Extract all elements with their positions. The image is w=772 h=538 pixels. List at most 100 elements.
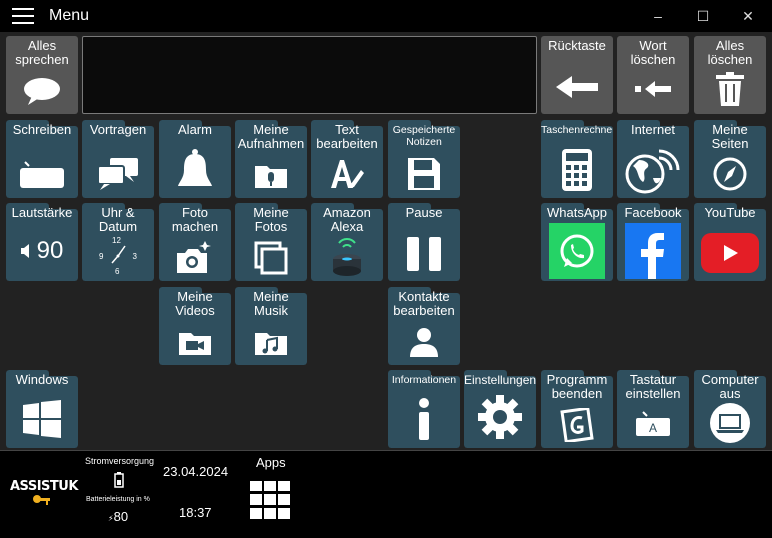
alarm-label: Alarm xyxy=(178,122,212,137)
tastatur-einstellen-button[interactable]: Tastatur einstellen A xyxy=(617,370,689,448)
alarm-button[interactable]: Alarm xyxy=(159,120,231,198)
keyboard-key-icon: A xyxy=(617,410,689,438)
whatsapp-icon xyxy=(541,223,613,279)
hamburger-menu-icon[interactable] xyxy=(12,8,34,24)
meine-videos-label: Meine Videos xyxy=(175,289,215,318)
svg-text:A: A xyxy=(649,421,657,435)
foto-machen-label: Foto machen xyxy=(171,205,219,234)
vortragen-label: Vortragen xyxy=(89,122,147,137)
whatsapp-button[interactable]: WhatsApp xyxy=(541,203,613,281)
delete-word-button[interactable]: Wort löschen xyxy=(617,36,689,114)
speech-bubble-icon xyxy=(6,76,78,106)
windows-label: Windows xyxy=(15,372,69,387)
schreiben-label: Schreiben xyxy=(12,122,72,137)
delete-word-label: Wort löschen xyxy=(630,38,676,67)
pause-label: Pause xyxy=(405,205,443,220)
informationen-button[interactable]: Informationen xyxy=(388,370,460,448)
arrow-left-icon xyxy=(541,74,613,100)
compass-icon xyxy=(694,156,766,192)
delete-word-icon xyxy=(617,78,689,100)
camera-icon xyxy=(159,241,231,275)
delete-all-button[interactable]: Alles löschen xyxy=(694,36,766,114)
text-bearbeiten-label: Text bearbeiten xyxy=(316,122,378,151)
bell-icon xyxy=(159,148,231,192)
meine-seiten-button[interactable]: Meine Seiten xyxy=(694,120,766,198)
internet-button[interactable]: Internet xyxy=(617,120,689,198)
delete-all-label: Alles löschen xyxy=(707,38,753,67)
kontakte-button[interactable]: Kontakte bearbeiten xyxy=(388,287,460,365)
date-text: 23.04.2024 xyxy=(163,464,229,479)
taschenrechner-button[interactable]: Taschenrechner xyxy=(541,120,613,198)
programm-beenden-button[interactable]: Programm beenden xyxy=(541,370,613,448)
title-bar: Menu – ☐ ✕ xyxy=(0,0,772,32)
apps-grid-icon[interactable] xyxy=(250,481,290,526)
aufnahmen-label: Meine Aufnahmen xyxy=(237,122,305,151)
minimize-button[interactable]: – xyxy=(643,6,673,26)
window-title: Menu xyxy=(49,7,90,24)
meine-seiten-label: Meine Seiten xyxy=(711,122,749,151)
battery-value: ⚡80 xyxy=(108,509,129,524)
lautstaerke-button[interactable]: Lautstärke 90 xyxy=(6,203,78,281)
gear-icon xyxy=(464,394,536,440)
programm-beenden-label: Programm beenden xyxy=(546,372,608,401)
meine-fotos-button[interactable]: Meine Fotos xyxy=(235,203,307,281)
photos-icon xyxy=(235,241,307,275)
windows-button[interactable]: Windows xyxy=(6,370,78,448)
power-label: Stromversorgung xyxy=(85,456,155,466)
amazon-alexa-button[interactable]: Amazon Alexa xyxy=(311,203,383,281)
lautstaerke-label: Lautstärke xyxy=(11,205,73,220)
info-icon xyxy=(388,398,460,440)
clock-icon: 12 3 6 9 xyxy=(98,236,138,276)
einstellungen-label: Einstellungen xyxy=(464,373,536,387)
einstellungen-button[interactable]: Einstellungen xyxy=(464,370,536,448)
backspace-button[interactable]: Rücktaste xyxy=(541,36,613,114)
volume-display: 90 xyxy=(6,237,78,265)
internet-label: Internet xyxy=(630,122,676,137)
battery-icon xyxy=(114,472,124,488)
close-button[interactable]: ✕ xyxy=(733,6,763,26)
meine-videos-button[interactable]: Meine Videos xyxy=(159,287,231,365)
chat-icon xyxy=(82,156,154,190)
meine-musik-label: Meine Musik xyxy=(253,289,289,318)
laptop-power-icon xyxy=(694,402,766,444)
kontakte-label: Kontakte bearbeiten xyxy=(393,289,455,318)
computer-aus-button[interactable]: Computer aus xyxy=(694,370,766,448)
logo-text: ASSISTUK xyxy=(10,479,78,494)
person-icon xyxy=(388,325,460,357)
meine-fotos-label: Meine Fotos xyxy=(253,205,289,234)
exit-program-icon xyxy=(541,408,613,442)
status-bar: ASSISTUK Stromversorgung Batterieleistun… xyxy=(0,450,772,538)
assistuk-logo: ASSISTUK xyxy=(10,477,78,505)
uhr-datum-button[interactable]: Uhr & Datum 12 3 6 9 xyxy=(82,203,154,281)
uhr-datum-label: Uhr & Datum xyxy=(98,205,138,234)
speak-all-button[interactable]: Alles sprechen xyxy=(6,36,78,114)
whatsapp-label: WhatsApp xyxy=(547,205,607,220)
facebook-button[interactable]: Facebook xyxy=(617,203,689,281)
notizen-button[interactable]: Gespeicherte Notizen xyxy=(388,120,460,198)
foto-machen-button[interactable]: Foto machen xyxy=(159,203,231,281)
text-bearbeiten-button[interactable]: Text bearbeiten xyxy=(311,120,383,198)
youtube-label: YouTube xyxy=(704,205,756,220)
facebook-icon xyxy=(617,223,689,279)
aufnahmen-button[interactable]: Meine Aufnahmen xyxy=(235,120,307,198)
vortragen-button[interactable]: Vortragen xyxy=(82,120,154,198)
maximize-button[interactable]: ☐ xyxy=(688,6,718,26)
microphone-folder-icon xyxy=(235,162,307,190)
pause-button[interactable]: Pause xyxy=(388,203,460,281)
backspace-label: Rücktaste xyxy=(548,38,606,53)
text-output-field[interactable] xyxy=(82,36,537,114)
globe-wifi-icon xyxy=(617,148,689,194)
trash-icon xyxy=(694,72,766,106)
battery-label: Batterieleistung in % xyxy=(86,496,150,503)
keyboard-icon xyxy=(6,160,78,190)
amazon-alexa-label: Amazon Alexa xyxy=(323,205,371,234)
notizen-label: Gespeicherte Notizen xyxy=(392,124,456,148)
time-text: 18:37 xyxy=(179,505,212,520)
schreiben-button[interactable]: Schreiben xyxy=(6,120,78,198)
pause-icon xyxy=(388,235,460,273)
speaker-icon xyxy=(20,244,29,258)
meine-musik-button[interactable]: Meine Musik xyxy=(235,287,307,365)
facebook-label: Facebook xyxy=(624,205,682,220)
youtube-button[interactable]: YouTube xyxy=(694,203,766,281)
edit-text-icon xyxy=(311,156,383,190)
